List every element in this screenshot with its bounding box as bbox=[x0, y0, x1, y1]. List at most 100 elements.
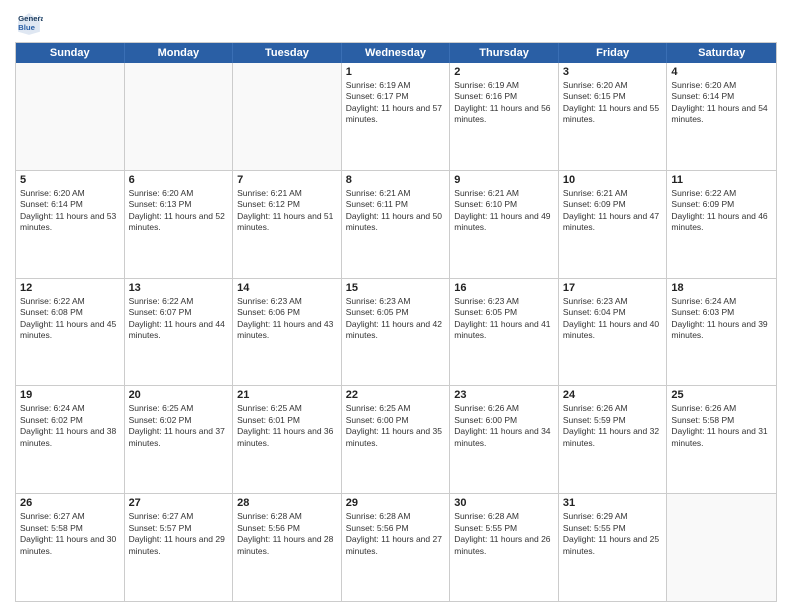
day-cell-9: 9 Sunrise: 6:21 AM Sunset: 6:10 PM Daylig… bbox=[450, 171, 559, 278]
day-number: 7 bbox=[237, 174, 337, 186]
day-cell-15: 15 Sunrise: 6:23 AM Sunset: 6:05 PM Dayli… bbox=[342, 279, 451, 386]
day-info: Sunrise: 6:25 AM Sunset: 6:02 PM Dayligh… bbox=[129, 403, 229, 449]
day-cell-24: 24Sunrise: 6:26 AM Sunset: 5:59 PM Dayli… bbox=[559, 386, 668, 493]
day-number: 19 bbox=[20, 389, 120, 401]
day-number: 12 bbox=[20, 282, 120, 294]
day-cell-5: 5 Sunrise: 6:20 AM Sunset: 6:14 PM Daylig… bbox=[16, 171, 125, 278]
day-cell-13: 13Sunrise: 6:22 AM Sunset: 6:07 PM Dayli… bbox=[125, 279, 234, 386]
day-header-monday: Monday bbox=[125, 43, 234, 63]
day-info: Sunrise: 6:24 AM Sunset: 6:02 PM Dayligh… bbox=[20, 403, 120, 449]
day-cell-16: 16 Sunrise: 6:23 AM Sunset: 6:05 PM Dayli… bbox=[450, 279, 559, 386]
day-info: Sunrise: 6:23 AM Sunset: 6:05 PM Dayligh… bbox=[454, 296, 554, 342]
day-cell-11: 11 Sunrise: 6:22 AM Sunset: 6:09 PM Dayli… bbox=[667, 171, 776, 278]
page: General Blue SundayMondayTuesdayWednesda… bbox=[0, 0, 792, 612]
day-number: 22 bbox=[346, 389, 446, 401]
day-info: Sunrise: 6:26 AM Sunset: 5:59 PM Dayligh… bbox=[563, 403, 663, 449]
day-cell-19: 19 Sunrise: 6:24 AM Sunset: 6:02 PM Dayli… bbox=[16, 386, 125, 493]
day-number: 2 bbox=[454, 66, 554, 78]
day-number: 29 bbox=[346, 497, 446, 509]
day-info: Sunrise: 6:20 AM Sunset: 6:13 PM Dayligh… bbox=[129, 188, 229, 234]
day-cell-27: 27 Sunrise: 6:27 AM Sunset: 5:57 PM Dayli… bbox=[125, 494, 234, 601]
day-number: 31 bbox=[563, 497, 663, 509]
day-header-wednesday: Wednesday bbox=[342, 43, 451, 63]
day-header-saturday: Saturday bbox=[667, 43, 776, 63]
day-number: 3 bbox=[563, 66, 663, 78]
day-cell-8: 8 Sunrise: 6:21 AM Sunset: 6:11 PM Daylig… bbox=[342, 171, 451, 278]
day-number: 13 bbox=[129, 282, 229, 294]
day-number: 25 bbox=[671, 389, 772, 401]
day-cell-12: 12 Sunrise: 6:22 AM Sunset: 6:08 PM Dayli… bbox=[16, 279, 125, 386]
day-number: 9 bbox=[454, 174, 554, 186]
day-cell-14: 14Sunrise: 6:23 AM Sunset: 6:06 PM Dayli… bbox=[233, 279, 342, 386]
day-info: Sunrise: 6:20 AM Sunset: 6:14 PM Dayligh… bbox=[671, 80, 772, 126]
day-info: Sunrise: 6:19 AM Sunset: 6:16 PM Dayligh… bbox=[454, 80, 554, 126]
empty-cell bbox=[233, 63, 342, 170]
week-row-3: 12 Sunrise: 6:22 AM Sunset: 6:08 PM Dayli… bbox=[16, 279, 776, 387]
day-info: Sunrise: 6:25 AM Sunset: 6:00 PM Dayligh… bbox=[346, 403, 446, 449]
day-info: Sunrise: 6:24 AM Sunset: 6:03 PM Dayligh… bbox=[671, 296, 772, 342]
day-info: Sunrise: 6:23 AM Sunset: 6:05 PM Dayligh… bbox=[346, 296, 446, 342]
day-info: Sunrise: 6:22 AM Sunset: 6:08 PM Dayligh… bbox=[20, 296, 120, 342]
day-cell-31: 31 Sunrise: 6:29 AM Sunset: 5:55 PM Dayli… bbox=[559, 494, 668, 601]
day-cell-6: 6 Sunrise: 6:20 AM Sunset: 6:13 PM Daylig… bbox=[125, 171, 234, 278]
day-cell-30: 30Sunrise: 6:28 AM Sunset: 5:55 PM Dayli… bbox=[450, 494, 559, 601]
week-row-1: 1Sunrise: 6:19 AM Sunset: 6:17 PM Daylig… bbox=[16, 63, 776, 171]
day-number: 16 bbox=[454, 282, 554, 294]
week-row-2: 5 Sunrise: 6:20 AM Sunset: 6:14 PM Daylig… bbox=[16, 171, 776, 279]
day-info: Sunrise: 6:23 AM Sunset: 6:04 PM Dayligh… bbox=[563, 296, 663, 342]
day-number: 27 bbox=[129, 497, 229, 509]
week-row-5: 26 Sunrise: 6:27 AM Sunset: 5:58 PM Dayli… bbox=[16, 494, 776, 601]
svg-text:General: General bbox=[18, 14, 43, 23]
day-info: Sunrise: 6:20 AM Sunset: 6:14 PM Dayligh… bbox=[20, 188, 120, 234]
day-cell-20: 20 Sunrise: 6:25 AM Sunset: 6:02 PM Dayli… bbox=[125, 386, 234, 493]
day-info: Sunrise: 6:27 AM Sunset: 5:57 PM Dayligh… bbox=[129, 511, 229, 557]
day-cell-26: 26 Sunrise: 6:27 AM Sunset: 5:58 PM Dayli… bbox=[16, 494, 125, 601]
day-number: 26 bbox=[20, 497, 120, 509]
day-cell-2: 2 Sunrise: 6:19 AM Sunset: 6:16 PM Daylig… bbox=[450, 63, 559, 170]
day-number: 18 bbox=[671, 282, 772, 294]
day-number: 23 bbox=[454, 389, 554, 401]
day-info: Sunrise: 6:21 AM Sunset: 6:10 PM Dayligh… bbox=[454, 188, 554, 234]
day-number: 8 bbox=[346, 174, 446, 186]
day-info: Sunrise: 6:28 AM Sunset: 5:56 PM Dayligh… bbox=[237, 511, 337, 557]
empty-cell bbox=[667, 494, 776, 601]
day-info: Sunrise: 6:26 AM Sunset: 5:58 PM Dayligh… bbox=[671, 403, 772, 449]
day-cell-22: 22 Sunrise: 6:25 AM Sunset: 6:00 PM Dayli… bbox=[342, 386, 451, 493]
day-cell-3: 3 Sunrise: 6:20 AM Sunset: 6:15 PM Daylig… bbox=[559, 63, 668, 170]
day-info: Sunrise: 6:21 AM Sunset: 6:09 PM Dayligh… bbox=[563, 188, 663, 234]
day-number: 15 bbox=[346, 282, 446, 294]
day-number: 5 bbox=[20, 174, 120, 186]
day-info: Sunrise: 6:22 AM Sunset: 6:09 PM Dayligh… bbox=[671, 188, 772, 234]
calendar: SundayMondayTuesdayWednesdayThursdayFrid… bbox=[15, 42, 777, 602]
day-number: 6 bbox=[129, 174, 229, 186]
day-headers: SundayMondayTuesdayWednesdayThursdayFrid… bbox=[16, 43, 776, 63]
day-number: 17 bbox=[563, 282, 663, 294]
calendar-body: 1Sunrise: 6:19 AM Sunset: 6:17 PM Daylig… bbox=[16, 63, 776, 601]
day-cell-21: 21Sunrise: 6:25 AM Sunset: 6:01 PM Dayli… bbox=[233, 386, 342, 493]
day-cell-1: 1Sunrise: 6:19 AM Sunset: 6:17 PM Daylig… bbox=[342, 63, 451, 170]
day-info: Sunrise: 6:20 AM Sunset: 6:15 PM Dayligh… bbox=[563, 80, 663, 126]
day-cell-7: 7 Sunrise: 6:21 AM Sunset: 6:12 PM Daylig… bbox=[233, 171, 342, 278]
day-cell-17: 17 Sunrise: 6:23 AM Sunset: 6:04 PM Dayli… bbox=[559, 279, 668, 386]
day-info: Sunrise: 6:23 AM Sunset: 6:06 PM Dayligh… bbox=[237, 296, 337, 342]
svg-text:Blue: Blue bbox=[18, 23, 36, 32]
day-info: Sunrise: 6:25 AM Sunset: 6:01 PM Dayligh… bbox=[237, 403, 337, 449]
day-info: Sunrise: 6:21 AM Sunset: 6:12 PM Dayligh… bbox=[237, 188, 337, 234]
day-info: Sunrise: 6:21 AM Sunset: 6:11 PM Dayligh… bbox=[346, 188, 446, 234]
day-cell-4: 4 Sunrise: 6:20 AM Sunset: 6:14 PM Daylig… bbox=[667, 63, 776, 170]
empty-cell bbox=[125, 63, 234, 170]
day-number: 20 bbox=[129, 389, 229, 401]
empty-cell bbox=[16, 63, 125, 170]
day-info: Sunrise: 6:29 AM Sunset: 5:55 PM Dayligh… bbox=[563, 511, 663, 557]
day-number: 30 bbox=[454, 497, 554, 509]
day-number: 11 bbox=[671, 174, 772, 186]
day-cell-28: 28 Sunrise: 6:28 AM Sunset: 5:56 PM Dayli… bbox=[233, 494, 342, 601]
logo-icon: General Blue bbox=[15, 10, 43, 38]
day-number: 10 bbox=[563, 174, 663, 186]
day-info: Sunrise: 6:27 AM Sunset: 5:58 PM Dayligh… bbox=[20, 511, 120, 557]
day-number: 28 bbox=[237, 497, 337, 509]
day-cell-25: 25 Sunrise: 6:26 AM Sunset: 5:58 PM Dayli… bbox=[667, 386, 776, 493]
day-number: 4 bbox=[671, 66, 772, 78]
day-cell-10: 10 Sunrise: 6:21 AM Sunset: 6:09 PM Dayli… bbox=[559, 171, 668, 278]
day-header-tuesday: Tuesday bbox=[233, 43, 342, 63]
